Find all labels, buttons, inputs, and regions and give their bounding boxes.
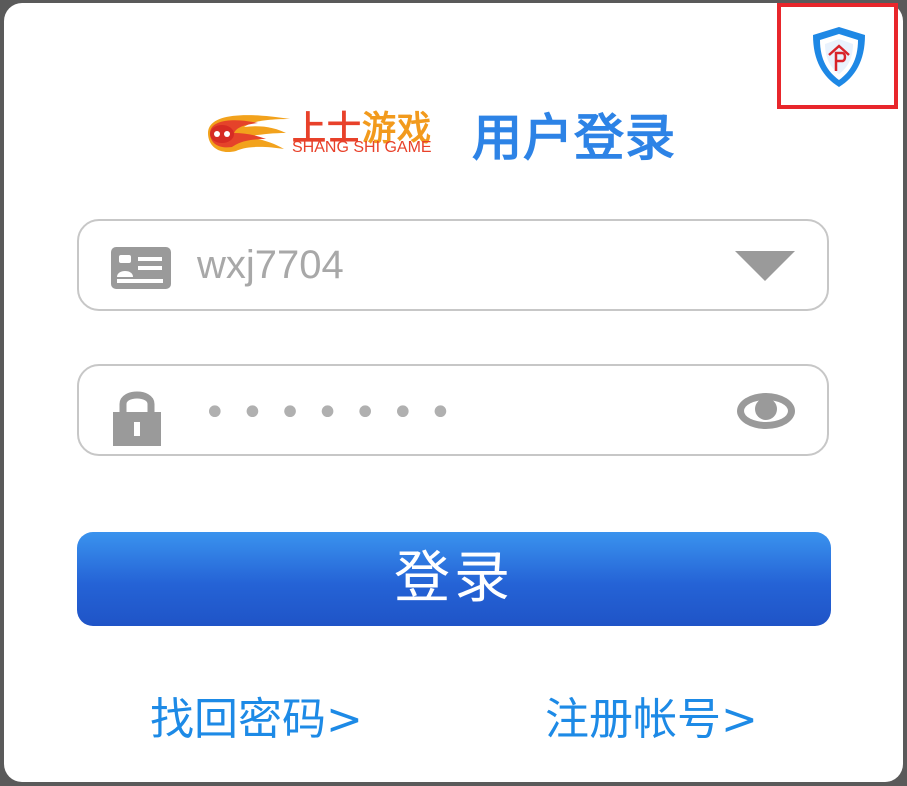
username-field[interactable]: wxj7704	[77, 219, 829, 311]
login-button[interactable]: 登录	[77, 532, 831, 626]
shield-icon	[813, 27, 865, 87]
register-account-link[interactable]: 注册帐号>	[545, 683, 758, 747]
brand-name-en: SHANG SHI GAME	[292, 139, 432, 156]
header: 上士游戏 SHANG SHI GAME 用户登录	[200, 95, 720, 175]
password-field[interactable]: •••••••	[77, 364, 829, 456]
security-shield-button[interactable]	[777, 3, 898, 109]
eye-icon[interactable]	[735, 390, 797, 432]
page-title: 用户登录	[472, 109, 676, 167]
flame-logo-icon	[208, 115, 290, 153]
dropdown-triangle-icon[interactable]	[735, 251, 795, 281]
lock-icon	[113, 391, 161, 446]
password-mask: •••••••	[203, 390, 467, 436]
id-card-icon	[111, 247, 171, 289]
username-value: wxj7704	[197, 243, 344, 287]
forgot-password-link[interactable]: 找回密码>	[150, 683, 363, 747]
